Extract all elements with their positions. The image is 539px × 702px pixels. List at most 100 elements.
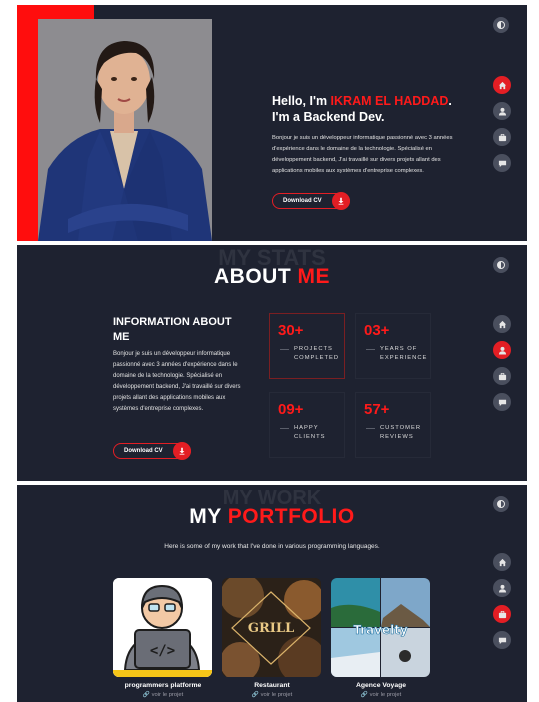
about-title-white: ABOUT [214,265,298,288]
travel-logo-text: Travelty [353,623,408,637]
stat-label: PROJECTS COMPLETED [294,345,339,363]
stat-label-line: CUSTOMER [380,425,422,431]
stat-card: 30+ PROJECTS COMPLETED [269,313,345,379]
side-nav [493,315,511,411]
greeting-prefix: Hello, I'm [272,94,331,108]
stat-card: 09+ HAPPY CLIENTS [269,392,345,458]
about-download-cv-button[interactable]: Download CV [113,442,191,460]
nav-home-button[interactable] [493,553,511,571]
download-cv-label: Download CV [283,198,322,204]
theme-toggle-button[interactable] [493,257,509,273]
side-nav [493,76,511,172]
stat-label-line: CLIENTS [294,434,326,440]
project-title: Restaurant [254,682,290,689]
stat-card: 03+ YEARS OF EXPERIENCE [355,313,431,379]
nav-portfolio-button[interactable] [493,367,511,385]
about-section: MY STATS ABOUT ME INFORMATION ABOUT ME B… [17,245,527,481]
user-icon [498,107,506,116]
stat-number: 09+ [278,401,304,418]
contrast-icon [497,21,505,29]
project-card-restaurant[interactable]: GRILL [222,578,321,677]
stat-label: YEARS OF EXPERIENCE [380,345,427,363]
download-icon [332,192,350,210]
stat-label-line: COMPLETED [294,355,340,361]
nav-about-button[interactable] [493,102,511,120]
project-card-programmers[interactable]: </> [113,578,212,677]
project-title: programmers platforme [124,682,202,689]
stat-label-line: EXPERIENCE [380,355,428,361]
greeting-suffix: . [448,94,452,108]
project-link[interactable]: 🔗 voir le projet [108,692,218,698]
info-text: Bonjour je suis un développeur informati… [113,351,241,412]
stat-label: CUSTOMER REVIEWS [380,424,421,442]
restaurant-logo-text: GRILL [248,621,294,636]
portfolio-title: MY PORTFOLIO [17,505,527,529]
hero-name: IKRAM EL HADDAD [330,94,449,108]
programmer-illustration: </> [113,578,212,677]
stat-label: HAPPY CLIENTS [294,424,325,442]
stat-card: 57+ CUSTOMER REVIEWS [355,392,431,458]
user-icon [498,584,506,593]
restaurant-image: GRILL [222,578,321,677]
nav-contact-button[interactable] [493,393,511,411]
about-title-red: ME [297,265,330,288]
theme-toggle-button[interactable] [493,496,509,512]
stat-divider [366,428,375,429]
chat-icon [498,399,506,406]
hero-intro: Hello, I'm IKRAM EL HADDAD. I'm a Backen… [272,93,457,177]
project-link[interactable]: 🔗 voir le projet [326,692,436,698]
stat-label-line: PROJECTS [294,346,333,352]
project-link-label: voir le projet [369,692,402,698]
download-icon [173,442,191,460]
hero-role: I'm a Backend Dev. [272,110,385,124]
travel-collage-image: Travelty [331,578,430,677]
hero-greeting: Hello, I'm IKRAM EL HADDAD. [272,93,457,109]
portfolio-title-red: PORTFOLIO [227,505,355,528]
project-card-travel[interactable]: Travelty [331,578,430,677]
portfolio-title-white: MY [189,505,228,528]
contrast-icon [497,500,505,508]
side-nav [493,553,511,649]
user-icon [498,346,506,355]
stat-label-line: YEARS OF [380,346,418,352]
theme-toggle-button[interactable] [493,17,509,33]
project-link-label: voir le projet [260,692,293,698]
stat-number: 03+ [364,322,390,339]
download-cv-label: Download CV [124,448,163,454]
hero-download-cv-button[interactable]: Download CV [272,192,350,210]
nav-home-button[interactable] [493,315,511,333]
info-heading: INFORMATION ABOUT ME [113,316,232,343]
nav-contact-button[interactable] [493,631,511,649]
profile-photo [38,19,212,241]
nav-portfolio-button[interactable] [493,605,511,623]
briefcase-icon [498,133,506,141]
stat-number: 57+ [364,401,390,418]
stat-divider [280,428,289,429]
stat-label-line: HAPPY [294,425,319,431]
home-icon [498,81,506,89]
project-title: Agence Voyage [355,682,407,689]
nav-portfolio-button[interactable] [493,128,511,146]
nav-home-button[interactable] [493,76,511,94]
project-link[interactable]: 🔗 voir le projet [217,692,327,698]
home-icon [498,320,506,328]
hero-bio: Bonjour je suis un développeur informati… [272,135,453,174]
home-icon [498,558,506,566]
briefcase-icon [498,372,506,380]
nav-about-button[interactable] [493,341,511,359]
project-link-label: voir le projet [151,692,184,698]
portfolio-subtitle: Here is some of my work that I've done i… [164,543,380,550]
about-title: ABOUT ME [17,265,527,289]
stat-divider [366,349,375,350]
chat-icon [498,160,506,167]
stat-number: 30+ [278,322,304,339]
stat-divider [280,349,289,350]
nav-about-button[interactable] [493,579,511,597]
svg-text:</>: </> [150,643,175,659]
nav-contact-button[interactable] [493,154,511,172]
contrast-icon [497,261,505,269]
portfolio-section: MY WORK MY PORTFOLIO Here is some of my … [17,485,527,702]
hero-section: Hello, I'm IKRAM EL HADDAD. I'm a Backen… [17,5,527,241]
chat-icon [498,637,506,644]
briefcase-icon [498,610,506,618]
